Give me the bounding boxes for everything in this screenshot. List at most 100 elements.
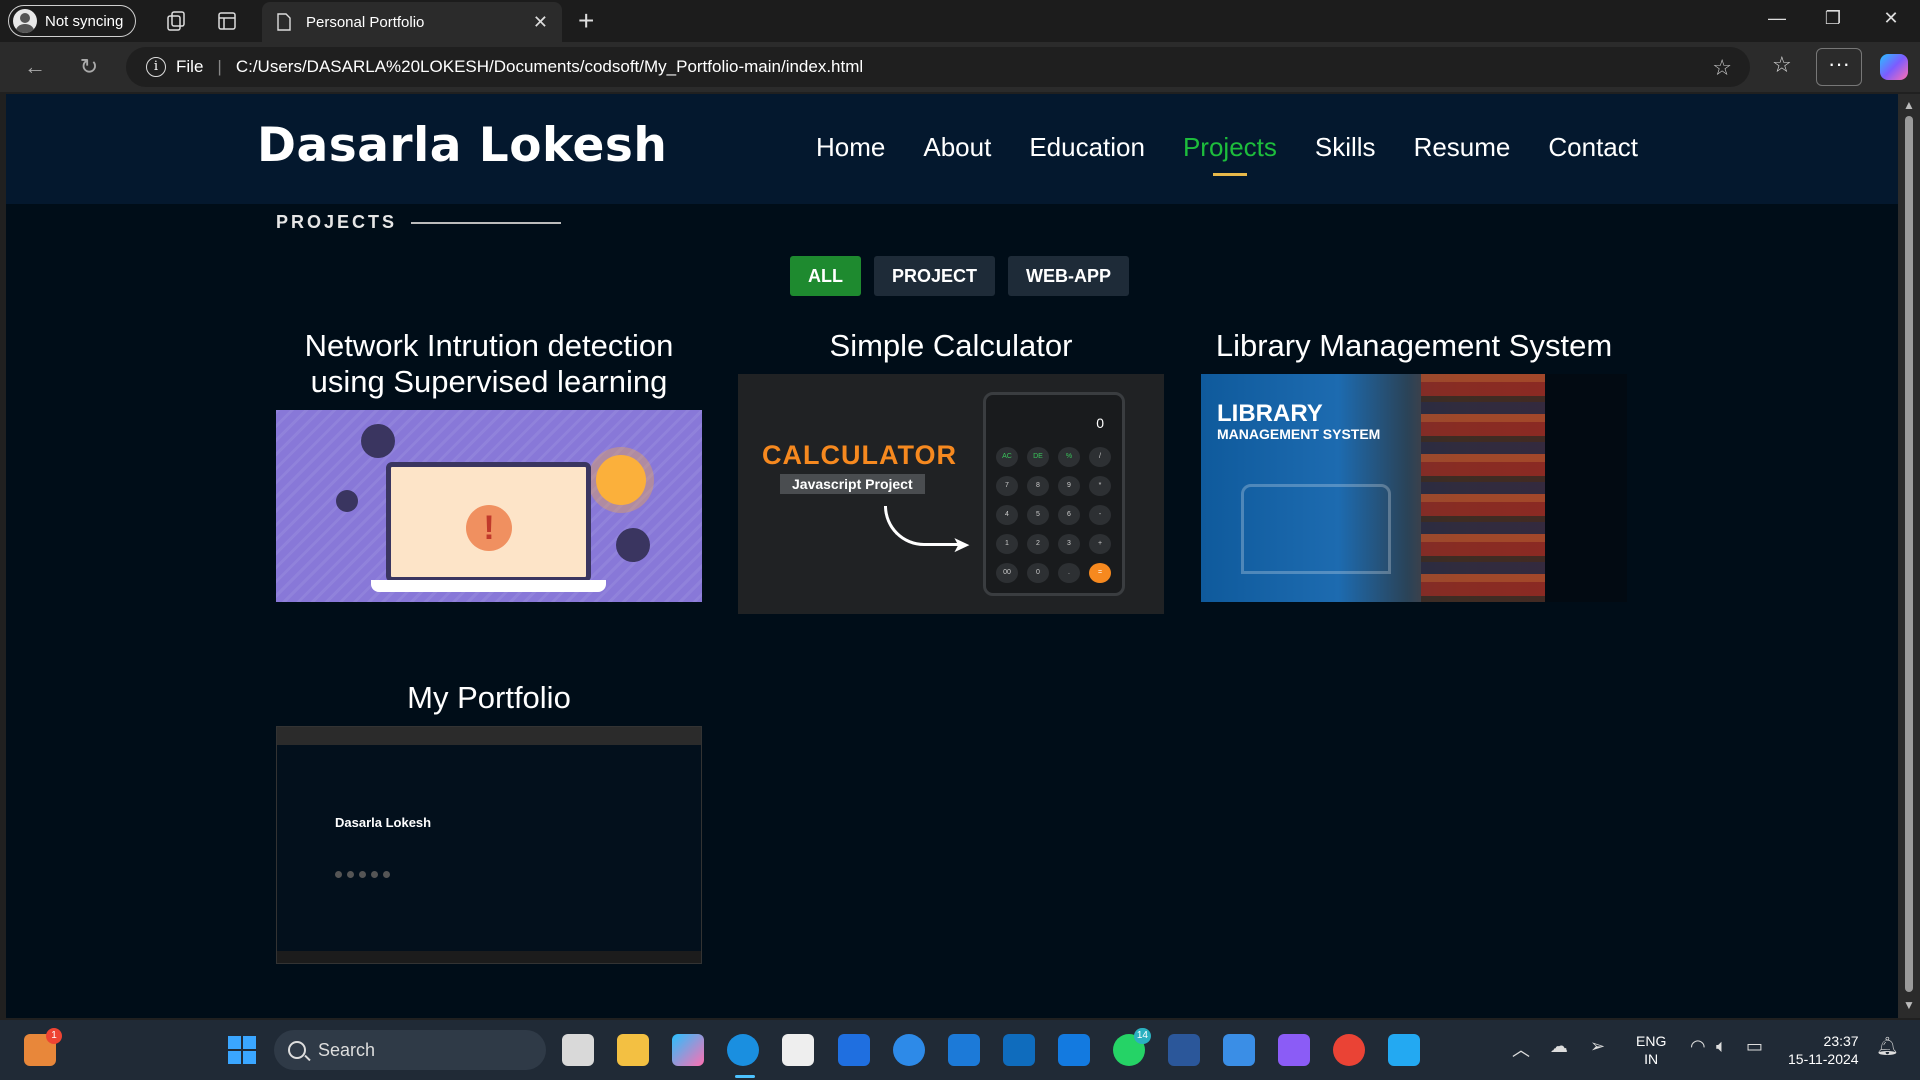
scroll-down-icon[interactable]: ▼ [1903,998,1915,1012]
arrow-head-icon: ➤ [952,532,971,557]
nav-about[interactable]: About [923,132,991,163]
nav-resume[interactable]: Resume [1414,132,1511,163]
project-card[interactable]: Simple Calculator CALCULATOR Javascript … [738,328,1164,614]
nav-contact[interactable]: Contact [1548,132,1638,163]
sync-app-icon[interactable] [893,1034,925,1066]
close-window-icon[interactable]: ✕ [1876,8,1906,29]
calc-key: - [1089,505,1111,525]
virus-illustration [336,490,358,512]
volume-icon[interactable]: 🔈︎ [1716,1036,1727,1057]
new-tab-icon[interactable]: + [578,7,594,35]
calculator-illustration: 0 AC DE % / 7 8 9 * 4 5 6 - 1 2 3 + 00 0… [983,392,1125,596]
outlook-icon[interactable] [1003,1034,1035,1066]
whatsapp-icon[interactable]: 14 [1113,1028,1151,1066]
battery-icon[interactable]: ▭ [1746,1036,1763,1057]
favorites-icon[interactable]: ☆ [1772,52,1792,78]
address-bar[interactable]: i File | C:/Users/DASARLA%20LOKESH/Docum… [126,47,1750,87]
refresh-icon[interactable]: ↻ [76,54,102,80]
calc-key: 8 [1027,476,1049,496]
laptop-base-illustration [371,580,606,592]
back-icon[interactable]: ← [22,54,48,80]
calc-key: 9 [1058,476,1080,496]
calc-key: 1 [996,534,1018,554]
scroll-thumb[interactable] [1905,116,1913,992]
section-title-text: PROJECTS [276,212,398,232]
weather-widget-icon[interactable]: 1 [24,1028,62,1066]
more-options-button[interactable]: ··· [1816,48,1862,86]
show-hidden-icons[interactable]: ︿ [1512,1036,1530,1062]
project-image[interactable]: LIBRARY MANAGEMENT SYSTEM [1201,374,1627,602]
favorite-star-icon[interactable]: ☆ [1712,55,1732,81]
taskbar-search[interactable]: Search [274,1030,546,1070]
photos-icon[interactable] [1223,1034,1255,1066]
vscode-icon[interactable] [1388,1034,1420,1066]
close-tab-icon[interactable]: ✕ [533,12,548,33]
whatsapp-badge: 14 [1133,1028,1151,1044]
project-image[interactable]: ! [276,410,702,602]
app-icon[interactable] [1058,1034,1090,1066]
warning-icon: ! [466,505,512,551]
workspaces-icon[interactable] [164,9,188,33]
site-brand[interactable]: Dasarla Lokesh [257,118,667,173]
site-header: Dasarla Lokesh Home About Education Proj… [6,94,1898,204]
clipchamp-icon[interactable] [1278,1034,1310,1066]
filter-webapp-button[interactable]: WEB-APP [1008,256,1130,296]
store-icon[interactable] [782,1034,814,1066]
nav-projects[interactable]: Projects [1183,132,1277,176]
profile-button[interactable]: Not syncing [8,5,137,37]
tab-personal-portfolio[interactable]: Personal Portfolio ✕ [262,2,562,42]
project-card[interactable]: Network Intrution detection using Superv… [276,328,702,602]
file-explorer-icon[interactable] [617,1034,649,1066]
screenshot-name: Dasarla Lokesh [335,815,432,830]
minimize-icon[interactable]: — [1762,8,1792,29]
clock-date: 15-11-2024 [1788,1051,1859,1067]
calc-key: AC [996,447,1018,467]
section-title-line [411,221,562,224]
filter-all-button[interactable]: ALL [790,256,861,296]
calc-key: DE [1027,447,1049,467]
calc-key: 4 [996,505,1018,525]
notifications-bell-icon[interactable]: 🔔︎ [1876,1036,1899,1057]
edge-icon[interactable] [727,1034,759,1066]
avatar-icon [13,9,37,33]
project-card[interactable]: Library Management System LIBRARY MANAGE… [1201,328,1627,602]
page-icon [277,13,291,31]
project-card[interactable]: My Portfolio Dasarla Lokesh [276,680,702,964]
zoom-icon[interactable] [948,1034,980,1066]
nav-education[interactable]: Education [1029,132,1145,163]
filter-project-button[interactable]: PROJECT [874,256,996,296]
word-icon[interactable] [1168,1034,1200,1066]
screenshot-browser-bar [277,727,701,745]
url-text[interactable]: C:/Users/DASARLA%20LOKESH/Documents/cods… [236,57,863,77]
image-heading: LIBRARY [1217,400,1323,427]
system-clock[interactable]: 23:37 15-11-2024 [1788,1032,1859,1068]
copilot-app-icon[interactable] [672,1034,704,1066]
wifi-icon[interactable]: ◠ [1690,1036,1706,1057]
page-scrollbar[interactable]: ▲ ▼ [1898,94,1920,1018]
chrome-icon[interactable] [1333,1034,1365,1066]
calc-key: / [1089,447,1111,467]
vertical-tabs-icon[interactable] [215,9,239,33]
onedrive-icon[interactable]: ☁ [1550,1036,1568,1057]
nav-home[interactable]: Home [816,132,885,163]
scroll-up-icon[interactable]: ▲ [1903,98,1915,112]
restore-icon[interactable]: ❐ [1818,8,1848,29]
info-icon[interactable]: i [146,57,166,77]
calc-key: * [1089,476,1111,496]
copilot-icon[interactable] [1880,54,1908,80]
project-image[interactable]: Dasarla Lokesh [276,726,702,964]
windows-start-icon[interactable] [228,1036,256,1064]
image-subheading: MANAGEMENT SYSTEM [1217,426,1381,442]
calculator-display: 0 [1096,415,1104,431]
screenshot-taskbar [277,951,701,963]
nav-skills[interactable]: Skills [1315,132,1376,163]
phone-link-icon[interactable] [838,1034,870,1066]
calc-key: = [1089,563,1111,583]
language-indicator[interactable]: ENG IN [1636,1032,1666,1068]
profile-label: Not syncing [45,12,124,30]
project-image[interactable]: CALCULATOR Javascript Project ➤ 0 AC DE … [738,374,1164,614]
browser-titlebar: Not syncing Personal Portfolio ✕ + — ❐ ✕ [0,0,1920,42]
location-icon[interactable]: ➢ [1590,1036,1605,1057]
task-view-icon[interactable] [562,1034,594,1066]
bookshelf-illustration [1421,374,1545,602]
